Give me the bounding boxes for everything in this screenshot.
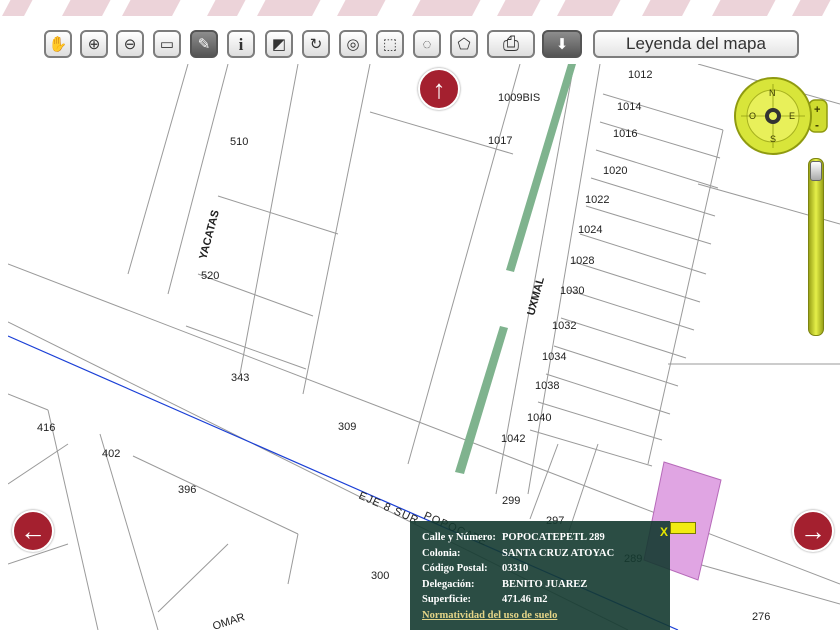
parcel-number: 1022 bbox=[585, 194, 609, 206]
ruler-icon: ▭ bbox=[159, 35, 175, 53]
parcel-number: 1012 bbox=[628, 69, 652, 81]
rect-select-tool[interactable]: ⬚ bbox=[376, 30, 404, 58]
buffer-tool[interactable]: ◎ bbox=[339, 30, 367, 58]
zoom-slider[interactable] bbox=[808, 158, 824, 336]
buffer-icon: ◎ bbox=[346, 35, 360, 53]
parcel-number: 309 bbox=[338, 421, 356, 433]
parcel-number: 343 bbox=[231, 372, 249, 384]
parcel-number: 1016 bbox=[613, 128, 637, 140]
parcel-number: 510 bbox=[230, 136, 248, 148]
info-tool[interactable]: i bbox=[227, 30, 255, 58]
field-value: SANTA CRUZ ATOYAC bbox=[502, 548, 615, 559]
header-banner bbox=[0, 0, 840, 26]
parcel-number: 402 bbox=[102, 448, 120, 460]
pan-tool[interactable]: ✋ bbox=[44, 30, 72, 58]
compass-control[interactable]: N S E O + - bbox=[733, 76, 828, 156]
download-icon: ⬇ bbox=[555, 35, 569, 53]
map-legend-button[interactable]: Leyenda del mapa bbox=[593, 30, 799, 58]
circle-select-icon: ◌ bbox=[422, 35, 432, 53]
refresh-icon: ↻ bbox=[309, 35, 323, 53]
field-value: POPOCATEPETL 289 bbox=[502, 532, 605, 543]
zoom-out-label: - bbox=[815, 118, 819, 132]
zoom-out-icon: ⊖ bbox=[123, 35, 137, 53]
eraser-icon: ◩ bbox=[271, 35, 287, 53]
parcel-number: 1009BIS bbox=[498, 92, 540, 104]
popup-row-street: Calle y Número: POPOCATEPETL 289 bbox=[422, 532, 605, 543]
parcel-number: 416 bbox=[37, 422, 55, 434]
popup-row-colonia: Colonia: SANTA CRUZ ATOYAC bbox=[422, 548, 614, 559]
compass-west-label: O bbox=[749, 111, 756, 121]
compass-graphic: N S E O + - bbox=[734, 77, 828, 155]
parcel-number: 1020 bbox=[603, 165, 627, 177]
print-tool[interactable]: ⎙ bbox=[487, 30, 535, 58]
median-strip-south bbox=[455, 326, 508, 474]
field-value: 471.46 m2 bbox=[502, 594, 548, 605]
parcel-number: 300 bbox=[371, 570, 389, 582]
pin-tool[interactable]: ✎ bbox=[190, 30, 218, 58]
parcel-number: 396 bbox=[178, 484, 196, 496]
popup-close-button[interactable]: X bbox=[660, 525, 668, 539]
parcel-number: 1032 bbox=[552, 320, 576, 332]
printer-icon: ⎙ bbox=[503, 33, 519, 55]
parcel-number: 1024 bbox=[578, 224, 602, 236]
parcel-number: 1034 bbox=[542, 351, 566, 363]
pan-west-button[interactable]: ← bbox=[12, 510, 54, 552]
pan-east-button[interactable]: → bbox=[792, 510, 834, 552]
polygon-select-icon: ⬠ bbox=[457, 35, 471, 53]
refresh-tool[interactable]: ↻ bbox=[302, 30, 330, 58]
parcel-number: 299 bbox=[502, 495, 520, 507]
info-icon: i bbox=[238, 34, 244, 54]
land-use-link[interactable]: Normatividad del uso de suelo bbox=[422, 610, 557, 621]
rect-select-icon: ⬚ bbox=[382, 35, 398, 53]
hand-icon: ✋ bbox=[48, 35, 68, 53]
parcel-number: 1014 bbox=[617, 101, 641, 113]
field-value: 03310 bbox=[502, 563, 529, 574]
arrow-left-icon: ← bbox=[20, 516, 46, 546]
compass-south-label: S bbox=[770, 134, 776, 144]
zoom-in-tool[interactable]: ⊕ bbox=[80, 30, 108, 58]
polygon-select-tool[interactable]: ⬠ bbox=[450, 30, 478, 58]
parcel-number: 1030 bbox=[560, 285, 584, 297]
arrow-right-icon: → bbox=[800, 516, 826, 546]
zoom-slider-handle[interactable] bbox=[810, 161, 822, 181]
zoom-out-tool[interactable]: ⊖ bbox=[116, 30, 144, 58]
compass-north-label: N bbox=[769, 88, 776, 98]
parcel-info-popup: X Calle y Número: POPOCATEPETL 289 Coloni… bbox=[410, 521, 670, 630]
popup-row-surface: Superficie: 471.46 m2 bbox=[422, 594, 548, 605]
compass-east-label: E bbox=[789, 111, 795, 121]
street-label-omar: OMAR bbox=[211, 611, 246, 630]
parcel-number: 1040 bbox=[527, 412, 551, 424]
field-label: Superficie: bbox=[422, 594, 471, 605]
popup-row-postal-code: Código Postal: 03310 bbox=[422, 563, 528, 574]
pin-icon: ✎ bbox=[197, 35, 211, 53]
street-label-yacatas: YACATAS bbox=[197, 209, 222, 261]
parcel-number: 1028 bbox=[570, 255, 594, 267]
parcel-number: 520 bbox=[201, 270, 219, 282]
field-label: Colonia: bbox=[422, 548, 461, 559]
circle-select-tool[interactable]: ◌ bbox=[413, 30, 441, 58]
street-label-uxmal: UXMAL bbox=[525, 276, 547, 317]
field-value: BENITO JUAREZ bbox=[502, 579, 588, 590]
parcel-number: 1038 bbox=[535, 380, 559, 392]
popup-pointer-tag bbox=[670, 522, 696, 534]
popup-row-delegacion: Delegación: BENITO JUAREZ bbox=[422, 579, 587, 590]
eraser-tool[interactable]: ◩ bbox=[265, 30, 293, 58]
field-label: Delegación: bbox=[422, 579, 475, 590]
measure-tool[interactable]: ▭ bbox=[153, 30, 181, 58]
download-tool[interactable]: ⬇ bbox=[542, 30, 582, 58]
arrow-up-icon: ↑ bbox=[432, 74, 446, 104]
zoom-in-label: + bbox=[814, 104, 820, 116]
zoom-in-icon: ⊕ bbox=[87, 35, 101, 53]
pan-north-button[interactable]: ↑ bbox=[418, 68, 460, 110]
parcel-number: 276 bbox=[752, 611, 770, 623]
map-toolbar: ✋ ⊕ ⊖ ▭ ✎ i ◩ ↻ ◎ ⬚ ◌ ⬠ ⎙ ⬇ Leyenda del … bbox=[0, 26, 840, 62]
field-label: Código Postal: bbox=[422, 563, 488, 574]
parcel-number: 1017 bbox=[488, 135, 512, 147]
parcel-number: 1042 bbox=[501, 433, 525, 445]
map-canvas[interactable]: YACATAS UXMAL EJE 8 SUR POPOCATE OMAR 10… bbox=[8, 64, 840, 630]
field-label: Calle y Número: bbox=[422, 532, 496, 543]
